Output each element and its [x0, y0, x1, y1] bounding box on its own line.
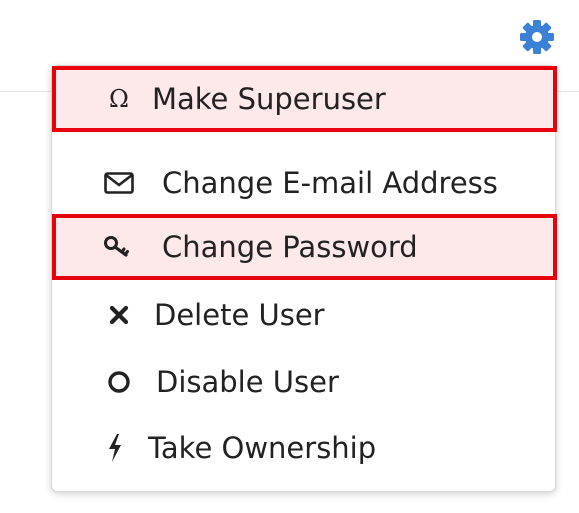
omega-icon: Ω	[109, 85, 129, 113]
menu-item-label: Make Superuser	[152, 81, 386, 116]
lightning-bolt-icon	[100, 433, 130, 463]
menu-item-label: Change E-mail Address	[162, 165, 498, 200]
menu-item-label: Change Password	[162, 229, 418, 264]
menu-item-change-email[interactable]: Change E-mail Address	[52, 150, 557, 216]
menu-item-label: Delete User	[154, 297, 325, 332]
circle-icon	[104, 367, 134, 397]
user-actions-dropdown: Ω Make Superuser Change E-mail Address C…	[51, 65, 557, 492]
menu-item-change-password[interactable]: Change Password	[52, 214, 557, 280]
menu-item-label: Disable User	[156, 364, 339, 399]
x-icon	[104, 300, 134, 330]
menu-item-make-superuser[interactable]: Ω Make Superuser	[52, 66, 557, 132]
gear-icon[interactable]	[516, 16, 558, 58]
menu-item-label: Take Ownership	[148, 430, 377, 465]
envelope-icon	[104, 168, 134, 198]
menu-item-disable-user[interactable]: Disable User	[52, 349, 557, 415]
menu-item-take-ownership[interactable]: Take Ownership	[52, 415, 557, 481]
menu-item-delete-user[interactable]: Delete User	[52, 282, 557, 348]
key-icon	[104, 232, 134, 262]
